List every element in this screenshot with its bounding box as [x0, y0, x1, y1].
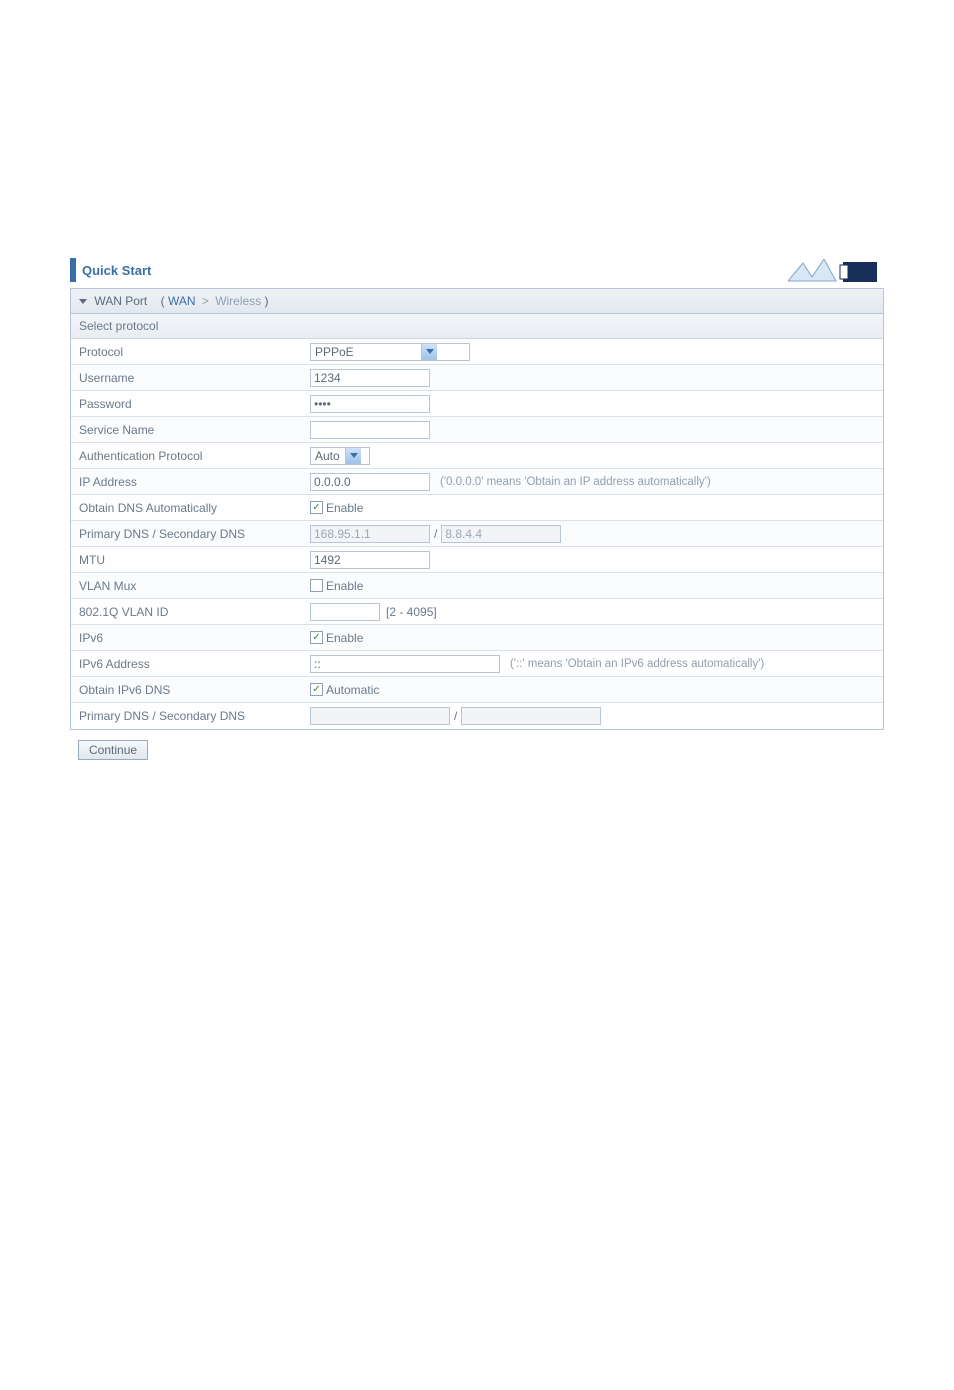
chevron-down-icon[interactable]: [421, 344, 437, 360]
breadcrumb-wireless[interactable]: Wireless: [215, 294, 261, 308]
section-label: WAN Port: [94, 294, 147, 308]
label-obtain-ipv6-dns: Obtain IPv6 DNS: [71, 679, 306, 701]
label-mtu: MTU: [71, 549, 306, 571]
title-accent: [70, 258, 76, 282]
obtain-dns-checkbox[interactable]: ✓ Enable: [310, 501, 363, 515]
section-wan-port[interactable]: WAN Port ( WAN > Wireless ): [71, 288, 883, 314]
checkbox-icon: [310, 579, 323, 592]
ipv6-secondary-dns-input: [461, 707, 601, 725]
chevron-down-icon: [79, 299, 87, 304]
ipv6-addr-input[interactable]: [310, 655, 500, 673]
mtu-input[interactable]: [310, 551, 430, 569]
ipv6-checkbox[interactable]: ✓ Enable: [310, 631, 363, 645]
row-ip-address: IP Address ('0.0.0.0' means 'Obtain an I…: [71, 469, 883, 495]
service-name-input[interactable]: [310, 421, 430, 439]
brand-logo: [788, 259, 884, 285]
row-obtain-ipv6-dns: Obtain IPv6 DNS ✓ Automatic: [71, 677, 883, 703]
config-panel: WAN Port ( WAN > Wireless ) Select proto…: [70, 288, 884, 730]
checkbox-icon: ✓: [310, 501, 323, 514]
obtain-ipv6-dns-checkbox[interactable]: ✓ Automatic: [310, 683, 379, 697]
page-title: Quick Start: [82, 263, 151, 278]
row-password: Password: [71, 391, 883, 417]
protocol-select[interactable]: PPPoE: [310, 343, 470, 361]
label-ipv6-addr: IPv6 Address: [71, 653, 306, 675]
label-obtain-dns: Obtain DNS Automatically: [71, 497, 306, 519]
label-username: Username: [71, 367, 306, 389]
label-auth-protocol: Authentication Protocol: [71, 445, 306, 467]
sub-header: Select protocol: [71, 314, 883, 339]
row-ipv6: IPv6 ✓ Enable: [71, 625, 883, 651]
row-auth-protocol: Authentication Protocol Auto: [71, 443, 883, 469]
vlan-id-range: [2 - 4095]: [386, 605, 437, 619]
password-input[interactable]: [310, 395, 430, 413]
secondary-dns-input: [441, 525, 561, 543]
row-protocol: Protocol PPPoE: [71, 339, 883, 365]
ip-address-hint: ('0.0.0.0' means 'Obtain an IP address a…: [440, 476, 711, 488]
checkbox-icon: ✓: [310, 683, 323, 696]
row-obtain-dns: Obtain DNS Automatically ✓ Enable: [71, 495, 883, 521]
username-input[interactable]: [310, 369, 430, 387]
label-password: Password: [71, 393, 306, 415]
footer: Continue: [70, 730, 884, 770]
label-ipv6-dns: Primary DNS / Secondary DNS: [71, 705, 306, 727]
breadcrumb-wan[interactable]: WAN: [168, 294, 196, 308]
vlan-id-input[interactable]: [310, 603, 380, 621]
label-vlan-id: 802.1Q VLAN ID: [71, 601, 306, 623]
ip-address-input[interactable]: [310, 473, 430, 491]
row-service-name: Service Name: [71, 417, 883, 443]
primary-dns-input: [310, 525, 430, 543]
auth-protocol-select[interactable]: Auto: [310, 447, 370, 465]
row-vlan-mux: VLAN Mux Enable: [71, 573, 883, 599]
title-bar: Quick Start: [70, 250, 884, 288]
label-dns: Primary DNS / Secondary DNS: [71, 523, 306, 545]
row-vlan-id: 802.1Q VLAN ID [2 - 4095]: [71, 599, 883, 625]
row-dns: Primary DNS / Secondary DNS /: [71, 521, 883, 547]
row-username: Username: [71, 365, 883, 391]
label-vlan-mux: VLAN Mux: [71, 575, 306, 597]
continue-button[interactable]: Continue: [78, 740, 148, 760]
label-protocol: Protocol: [71, 341, 306, 363]
ipv6-primary-dns-input: [310, 707, 450, 725]
chevron-down-icon[interactable]: [345, 448, 361, 464]
row-ipv6-addr: IPv6 Address ('::' means 'Obtain an IPv6…: [71, 651, 883, 677]
row-ipv6-dns: Primary DNS / Secondary DNS /: [71, 703, 883, 729]
label-service-name: Service Name: [71, 419, 306, 441]
vlan-mux-checkbox[interactable]: Enable: [310, 579, 363, 593]
label-ipv6: IPv6: [71, 627, 306, 649]
checkbox-icon: ✓: [310, 631, 323, 644]
label-ip-address: IP Address: [71, 471, 306, 493]
ipv6-addr-hint: ('::' means 'Obtain an IPv6 address auto…: [510, 658, 764, 670]
row-mtu: MTU: [71, 547, 883, 573]
